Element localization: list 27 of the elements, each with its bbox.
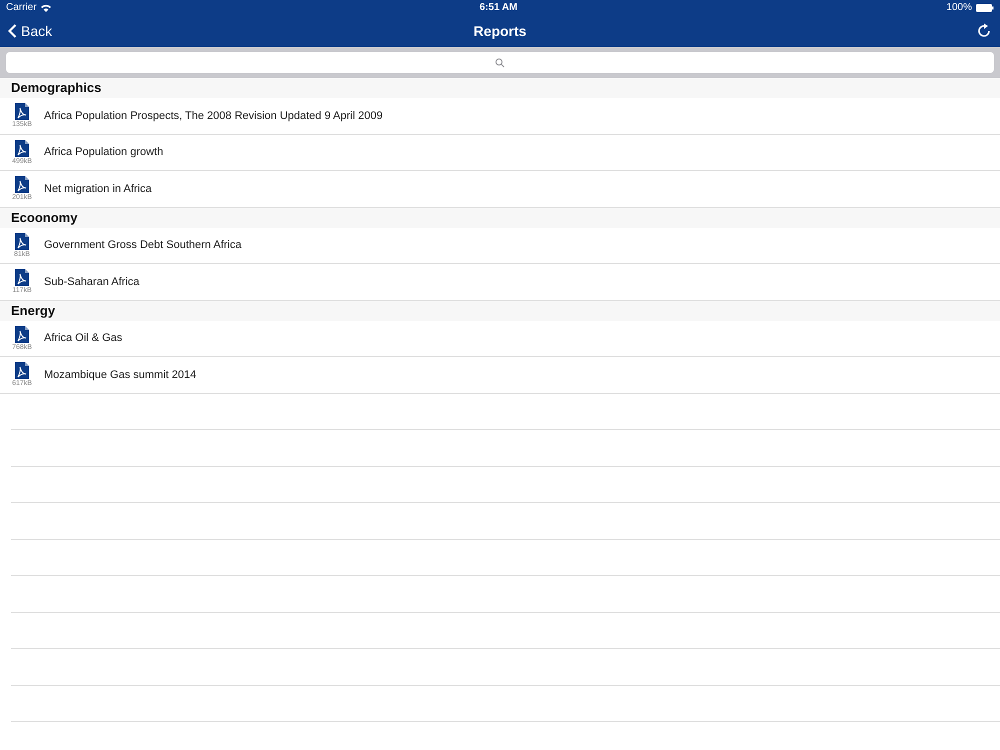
pdf-file-icon (15, 103, 29, 120)
report-title: Africa Population growth (44, 145, 164, 160)
report-title: Africa Population Prospects, The 2008 Revision Updated 9 April 2009 (44, 108, 383, 124)
pdf-file-icon (15, 362, 29, 380)
search-icon (495, 58, 505, 68)
pdf-file-icon (15, 176, 29, 194)
report-title: Africa Oil & Gas (44, 331, 122, 346)
back-button[interactable]: Back (8, 20, 52, 42)
section-header: Ecoonomy (0, 208, 1000, 228)
time-text: 6:51 AM (480, 1, 518, 15)
pdf-file-icon (15, 269, 29, 286)
pdf-file-icon (15, 232, 29, 250)
section-header: Demographics (0, 78, 1000, 98)
chevron-left-icon (8, 24, 17, 38)
report-title: Mozambique Gas summit 2014 (44, 368, 196, 382)
carrier-text: Carrier (6, 1, 37, 15)
pdf-file-icon (15, 140, 29, 157)
report-title: Sub-Saharan Africa (44, 274, 140, 290)
section-header: Energy (0, 300, 1000, 320)
pdf-file-icon (15, 326, 29, 343)
battery-icon (976, 4, 994, 12)
search-field[interactable] (6, 52, 994, 73)
report-title: Net migration in Africa (44, 182, 152, 196)
wifi-icon (40, 4, 51, 12)
report-title: Government Gross Debt Southern Africa (44, 238, 242, 253)
battery-text: 100% (946, 1, 972, 15)
page-title: Reports (474, 22, 526, 41)
